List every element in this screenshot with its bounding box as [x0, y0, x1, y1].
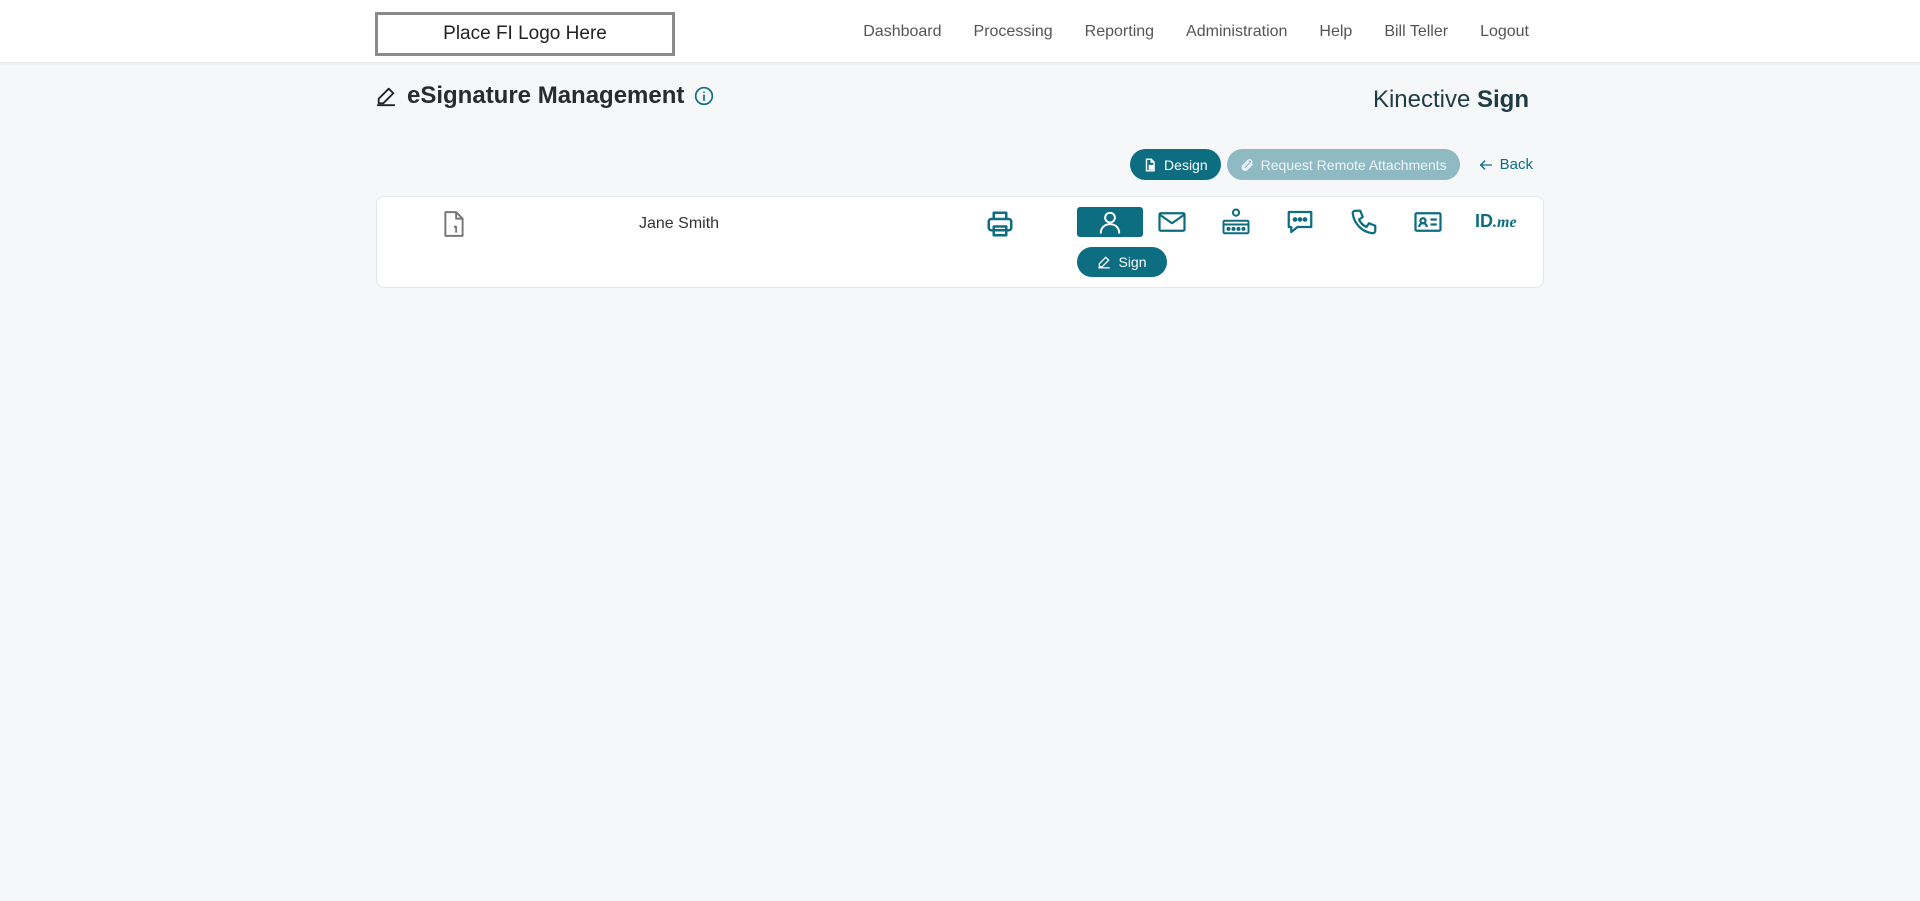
idme-id: ID	[1475, 211, 1493, 231]
nav-logout[interactable]: Logout	[1480, 23, 1529, 41]
document-design-icon	[1145, 157, 1155, 172]
main-nav: Dashboard Processing Reporting Administr…	[831, 0, 1529, 63]
sign-button[interactable]: Sign	[1077, 247, 1167, 277]
fi-logo-placeholder[interactable]: Place FI Logo Here	[375, 12, 675, 56]
paperclip-icon	[1241, 158, 1253, 171]
password-icon[interactable]	[1221, 207, 1251, 237]
nav-processing[interactable]: Processing	[974, 23, 1053, 41]
printer-icon[interactable]	[985, 209, 1015, 239]
person-icon	[1099, 211, 1121, 234]
nav-help[interactable]: Help	[1319, 23, 1352, 41]
brand-light: Kinective	[1372, 86, 1477, 113]
back-label: Back	[1499, 156, 1533, 173]
brand-bold: Sign	[1477, 86, 1529, 113]
info-icon[interactable]	[694, 86, 714, 106]
pen-icon	[376, 87, 396, 107]
kinective-sign-logo: Kinective Sign	[1373, 86, 1529, 114]
document-icon	[444, 211, 464, 237]
remote-attachments-label: Request Remote Attachments	[1260, 156, 1447, 173]
request-remote-attachments-button[interactable]: Request Remote Attachments	[1226, 149, 1460, 180]
sms-icon[interactable]	[1285, 207, 1315, 237]
page-title: eSignature Management	[407, 82, 685, 109]
idme-me: .me	[1493, 214, 1517, 231]
pen-icon	[1098, 256, 1111, 269]
page-header: eSignature Management	[375, 82, 714, 110]
id-card-icon[interactable]	[1413, 207, 1443, 237]
arrow-left-icon	[1479, 159, 1492, 170]
back-link[interactable]: Back	[1478, 156, 1533, 173]
nav-reporting[interactable]: Reporting	[1085, 23, 1154, 41]
design-label: Design	[1164, 156, 1208, 173]
signer-name: Jane Smith	[639, 215, 720, 232]
top-bar: Place FI Logo Here Dashboard Processing …	[0, 0, 1920, 63]
id-me-icon[interactable]: ID.me	[1475, 211, 1517, 232]
email-icon[interactable]	[1157, 207, 1187, 237]
sign-label: Sign	[1118, 254, 1147, 270]
logo-text: Place FI Logo Here	[443, 23, 607, 44]
nav-user[interactable]: Bill Teller	[1384, 23, 1448, 41]
design-button[interactable]: Design	[1130, 149, 1221, 180]
nav-dashboard[interactable]: Dashboard	[863, 23, 941, 41]
action-bar: Design Request Remote Attachments Back	[1130, 149, 1533, 180]
nav-administration[interactable]: Administration	[1186, 23, 1287, 41]
signer-row: Jane Smith ID.me Sign	[376, 196, 1544, 288]
phone-icon[interactable]	[1349, 207, 1379, 237]
in-person-method-button[interactable]	[1077, 207, 1143, 237]
